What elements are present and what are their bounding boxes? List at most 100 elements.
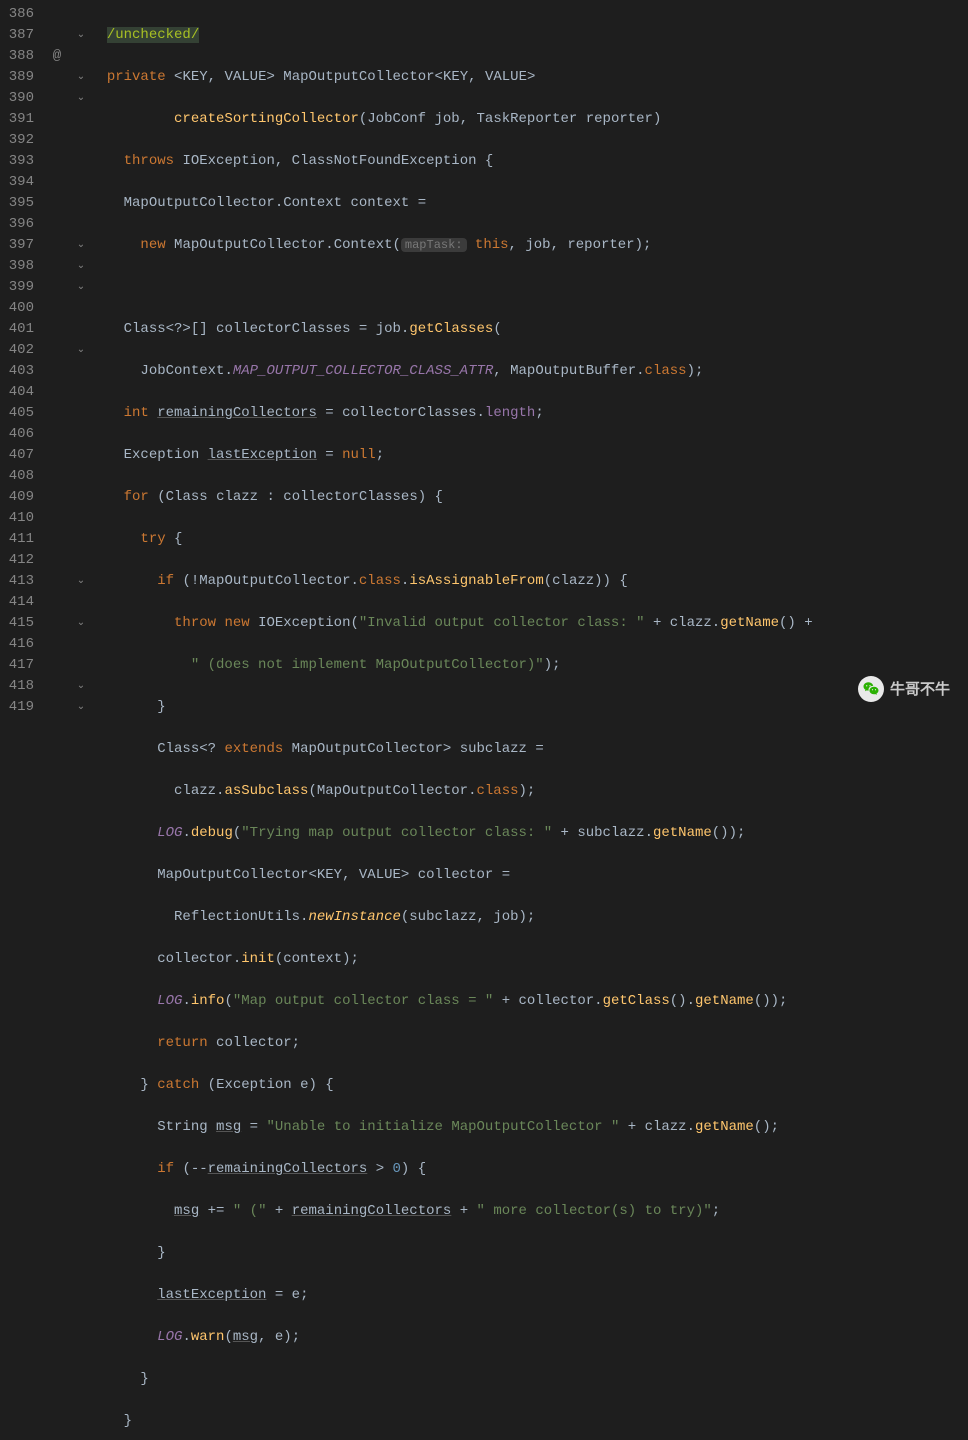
code-line[interactable]: } catch (Exception e) { — [90, 1075, 813, 1096]
code-line[interactable]: LOG.warn(msg, e); — [90, 1327, 813, 1348]
fold-marker-icon[interactable]: ⌄ — [72, 613, 90, 634]
line-number: 403 — [4, 361, 34, 382]
code-line[interactable]: Exception lastException = null; — [90, 445, 813, 466]
code-line[interactable]: LOG.info("Map output collector class = "… — [90, 991, 813, 1012]
code-line[interactable]: } — [90, 1243, 813, 1264]
line-number: 387 — [4, 25, 34, 46]
annotation-badge — [42, 361, 72, 382]
line-number: 416 — [4, 634, 34, 655]
fold-marker-icon[interactable] — [72, 172, 90, 193]
code-line[interactable]: int remainingCollectors = collectorClass… — [90, 403, 813, 424]
fold-marker-icon[interactable] — [72, 487, 90, 508]
fold-marker-icon[interactable]: ⌄ — [72, 676, 90, 697]
annotation-badge — [42, 256, 72, 277]
code-line[interactable]: Class<?>[] collectorClasses = job.getCla… — [90, 319, 813, 340]
annotation-badge — [42, 550, 72, 571]
code-line[interactable]: } — [90, 1411, 813, 1432]
line-number-gutter: 3863873883893903913923933943953963973983… — [0, 0, 42, 720]
line-number: 408 — [4, 466, 34, 487]
fold-marker-icon[interactable] — [72, 109, 90, 130]
fold-marker-icon[interactable] — [72, 592, 90, 613]
fold-marker-icon[interactable] — [72, 193, 90, 214]
line-number: 388 — [4, 46, 34, 67]
fold-marker-icon[interactable] — [72, 4, 90, 25]
code-line[interactable]: Class<? extends MapOutputCollector> subc… — [90, 739, 813, 760]
annotation-badge — [42, 193, 72, 214]
annotation-badge — [42, 298, 72, 319]
code-line[interactable]: if (--remainingCollectors > 0) { — [90, 1159, 813, 1180]
fold-marker-icon[interactable]: ⌄ — [72, 256, 90, 277]
code-line[interactable]: throw new IOException("Invalid output co… — [90, 613, 813, 634]
annotation-badge — [42, 130, 72, 151]
fold-marker-icon[interactable] — [72, 655, 90, 676]
fold-marker-icon[interactable] — [72, 403, 90, 424]
fold-marker-icon[interactable] — [72, 382, 90, 403]
fold-marker-icon[interactable] — [72, 550, 90, 571]
fold-marker-icon[interactable] — [72, 424, 90, 445]
fold-marker-icon[interactable] — [72, 529, 90, 550]
code-area[interactable]: /unchecked/ private <KEY, VALUE> MapOutp… — [90, 0, 813, 720]
line-number: 393 — [4, 151, 34, 172]
code-line[interactable] — [90, 277, 813, 298]
line-number: 401 — [4, 319, 34, 340]
fold-marker-icon[interactable] — [72, 445, 90, 466]
fold-marker-icon[interactable] — [72, 151, 90, 172]
code-line[interactable]: try { — [90, 529, 813, 550]
annotation-badge — [42, 25, 72, 46]
annotation-badge — [42, 403, 72, 424]
annotation-badge — [42, 340, 72, 361]
fold-marker-icon[interactable] — [72, 508, 90, 529]
code-line[interactable]: clazz.asSubclass(MapOutputCollector.clas… — [90, 781, 813, 802]
code-line[interactable]: /unchecked/ — [90, 25, 813, 46]
fold-marker-icon[interactable] — [72, 319, 90, 340]
annotation-badge — [42, 508, 72, 529]
fold-marker-icon[interactable]: ⌄ — [72, 88, 90, 109]
annotation-badge — [42, 487, 72, 508]
code-line[interactable]: MapOutputCollector<KEY, VALUE> collector… — [90, 865, 813, 886]
code-line[interactable]: msg += " (" + remainingCollectors + " mo… — [90, 1201, 813, 1222]
code-line[interactable]: for (Class clazz : collectorClasses) { — [90, 487, 813, 508]
code-line[interactable]: } — [90, 697, 813, 718]
code-line[interactable]: JobContext.MAP_OUTPUT_COLLECTOR_CLASS_AT… — [90, 361, 813, 382]
line-number: 409 — [4, 487, 34, 508]
annotation-badge — [42, 214, 72, 235]
fold-marker-icon[interactable]: ⌄ — [72, 67, 90, 88]
fold-marker-icon[interactable] — [72, 298, 90, 319]
fold-marker-icon[interactable] — [72, 466, 90, 487]
annotation-badge — [42, 151, 72, 172]
code-line[interactable]: new MapOutputCollector.Context(mapTask: … — [90, 235, 813, 256]
fold-marker-icon[interactable] — [72, 130, 90, 151]
fold-marker-icon[interactable]: ⌄ — [72, 235, 90, 256]
fold-marker-icon[interactable]: ⌄ — [72, 277, 90, 298]
line-number: 395 — [4, 193, 34, 214]
code-line[interactable]: createSortingCollector(JobConf job, Task… — [90, 109, 813, 130]
line-number: 419 — [4, 697, 34, 718]
line-number: 392 — [4, 130, 34, 151]
code-line[interactable]: throws IOException, ClassNotFoundExcepti… — [90, 151, 813, 172]
code-line[interactable]: private <KEY, VALUE> MapOutputCollector<… — [90, 67, 813, 88]
fold-marker-icon[interactable]: ⌄ — [72, 697, 90, 718]
fold-marker-icon[interactable]: ⌄ — [72, 340, 90, 361]
line-number: 397 — [4, 235, 34, 256]
annotation-badge: @ — [42, 46, 72, 67]
fold-marker-icon[interactable]: ⌄ — [72, 25, 90, 46]
code-line[interactable]: } — [90, 1369, 813, 1390]
code-line[interactable]: ReflectionUtils.newInstance(subclazz, jo… — [90, 907, 813, 928]
code-line[interactable]: collector.init(context); — [90, 949, 813, 970]
annotation-badge — [42, 445, 72, 466]
code-line[interactable]: String msg = "Unable to initialize MapOu… — [90, 1117, 813, 1138]
code-line[interactable]: lastException = e; — [90, 1285, 813, 1306]
annotation-badge — [42, 655, 72, 676]
fold-marker-icon[interactable] — [72, 634, 90, 655]
code-line[interactable]: LOG.debug("Trying map output collector c… — [90, 823, 813, 844]
fold-marker-icon[interactable]: ⌄ — [72, 571, 90, 592]
fold-marker-icon[interactable] — [72, 361, 90, 382]
code-line[interactable]: " (does not implement MapOutputCollector… — [90, 655, 813, 676]
code-line[interactable]: return collector; — [90, 1033, 813, 1054]
annotation-badge — [42, 109, 72, 130]
code-line[interactable]: MapOutputCollector.Context context = — [90, 193, 813, 214]
code-editor[interactable]: 3863873883893903913923933943953963973983… — [0, 0, 968, 720]
fold-marker-icon[interactable] — [72, 46, 90, 67]
code-line[interactable]: if (!MapOutputCollector.class.isAssignab… — [90, 571, 813, 592]
fold-marker-icon[interactable] — [72, 214, 90, 235]
